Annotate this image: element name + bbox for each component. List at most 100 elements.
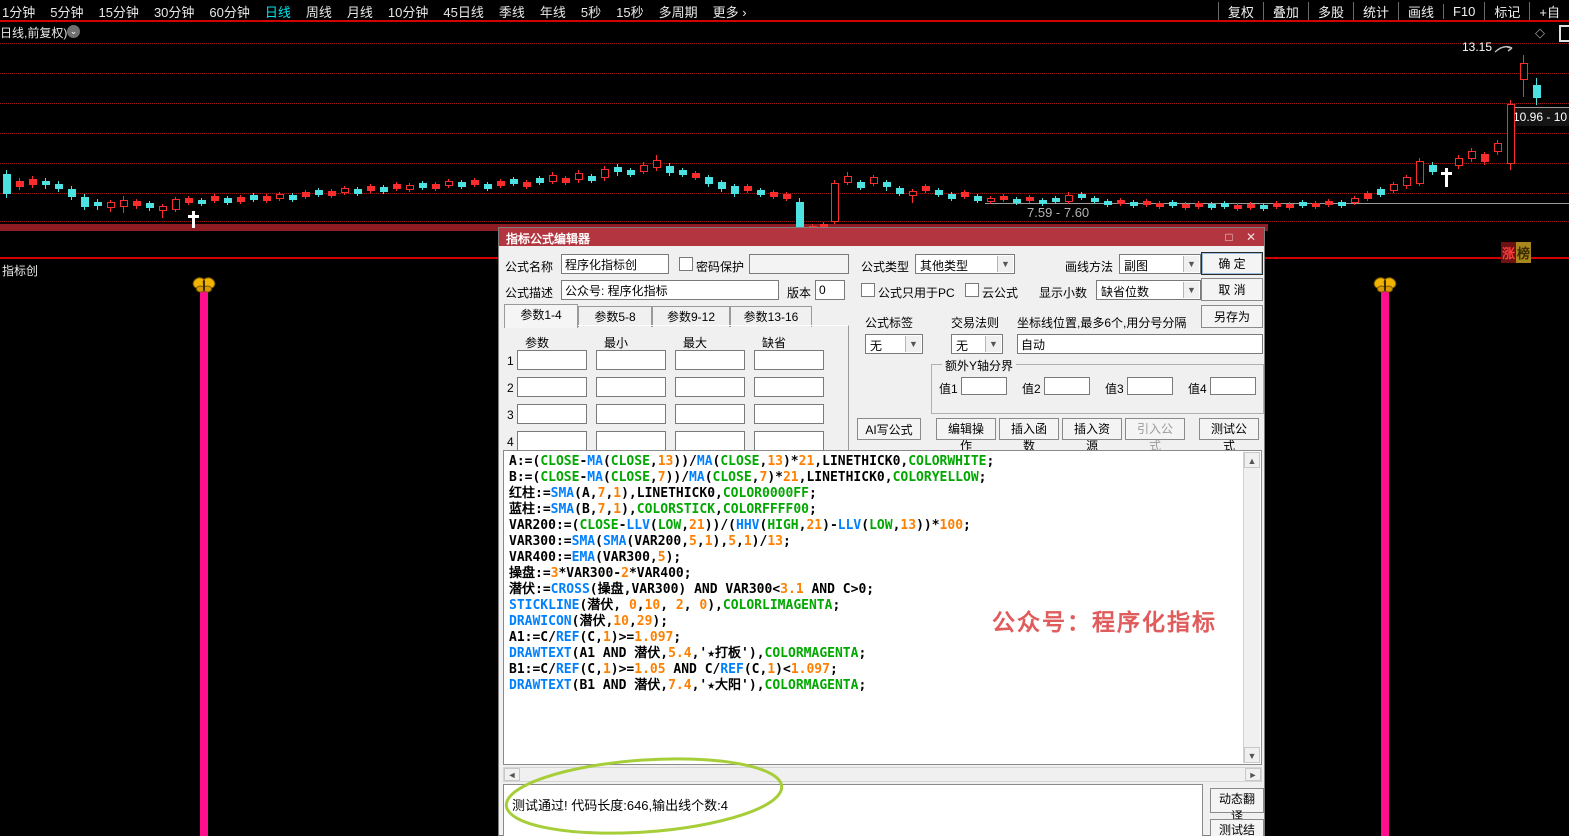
param-input[interactable] xyxy=(596,404,666,424)
param-input[interactable] xyxy=(754,404,824,424)
param-input[interactable] xyxy=(517,431,587,451)
param-input[interactable] xyxy=(517,350,587,370)
period-menu-item[interactable]: 周线 xyxy=(306,2,332,21)
param-row-number: 2 xyxy=(507,381,514,395)
cancel-button[interactable]: 取 消 xyxy=(1201,278,1263,301)
axis-pos-input[interactable] xyxy=(1017,334,1263,354)
period-menu-item[interactable]: 60分钟 xyxy=(209,2,249,21)
password-protect-checkbox[interactable] xyxy=(679,257,693,271)
toolbar-button[interactable]: AI写公式 xyxy=(857,418,921,440)
formula-type-select[interactable]: 其他类型 ▼ xyxy=(915,254,1015,274)
tool-menu-item[interactable]: 统计 xyxy=(1353,2,1398,21)
close-icon[interactable]: ✕ xyxy=(1242,229,1260,245)
param-col-header: 最小 xyxy=(604,334,628,351)
period-menu-item[interactable]: 1分钟 xyxy=(2,2,35,21)
param-input[interactable] xyxy=(675,350,745,370)
param-tab[interactable]: 参数9-12 xyxy=(652,306,730,327)
yaxis-value-input[interactable] xyxy=(1044,377,1090,395)
period-menu-bar: 1分钟 5分钟 15分钟 30分钟 60分钟日线周线月线 10分钟 45日线季线年线 5秒 15… xyxy=(0,0,1569,20)
decimal-select[interactable]: 缺省位数 ▼ xyxy=(1096,280,1201,300)
limit-up-badge[interactable]: 涨 榜 xyxy=(1501,242,1531,263)
period-menu-item[interactable]: 15分钟 xyxy=(98,2,138,21)
param-input[interactable] xyxy=(596,350,666,370)
period-menu-item[interactable]: 日线 xyxy=(265,2,291,21)
scroll-down-icon[interactable]: ▼ xyxy=(1244,747,1260,763)
tool-menu-item[interactable]: 叠加 xyxy=(1263,2,1308,21)
period-menu-item[interactable]: 年线 xyxy=(540,2,566,21)
butterfly-icon xyxy=(1373,276,1397,294)
save-as-button[interactable]: 另存为 xyxy=(1201,305,1263,328)
tool-menu-item[interactable]: F10 xyxy=(1443,4,1484,19)
param-input[interactable] xyxy=(596,377,666,397)
scroll-right-icon[interactable]: ► xyxy=(1245,768,1261,781)
dialog-titlebar[interactable]: 指标公式编辑器 □ ✕ xyxy=(499,228,1264,246)
version-input[interactable] xyxy=(815,280,845,300)
test-result-button[interactable]: 测试结果 xyxy=(1210,819,1264,836)
yaxis-value-input[interactable] xyxy=(961,377,1007,395)
version-label: 版本 xyxy=(787,284,811,301)
yaxis-value-input[interactable] xyxy=(1127,377,1173,395)
toolbar-button[interactable]: 编辑操作 xyxy=(936,418,996,440)
formula-code-editor[interactable]: A:=(CLOSE-MA(CLOSE,13))/MA(CLOSE,13)*21,… xyxy=(503,450,1262,765)
period-menu-item[interactable]: 月线 xyxy=(347,2,373,21)
param-tab[interactable]: 参数1-4 xyxy=(504,304,578,328)
period-menu-item[interactable]: 10分钟 xyxy=(388,2,428,21)
formula-tag-select[interactable]: 无 ▼ xyxy=(865,334,923,354)
period-menu-item[interactable]: 15秒 xyxy=(616,2,643,21)
indicator-panel-label[interactable]: 指标创 xyxy=(2,262,38,279)
tool-menu-item[interactable]: +自 xyxy=(1529,2,1569,21)
maximize-icon[interactable]: □ xyxy=(1220,229,1238,245)
toolbar-button[interactable]: 插入函数 xyxy=(999,418,1059,440)
period-menu-item[interactable]: 多周期 xyxy=(659,2,698,21)
code-line: VAR300:=SMA(SMA(VAR200,5,1),5,1)/13; xyxy=(509,534,994,550)
horizontal-scrollbar[interactable]: ◄ ► xyxy=(503,767,1262,782)
period-menu-item[interactable]: 30分钟 xyxy=(154,2,194,21)
param-input[interactable] xyxy=(675,431,745,451)
chevron-down-icon[interactable]: ▼ xyxy=(905,336,921,352)
scroll-up-icon[interactable]: ▲ xyxy=(1244,452,1260,468)
param-input[interactable] xyxy=(675,377,745,397)
period-menu-item[interactable]: 5分钟 xyxy=(50,2,83,21)
chevron-down-icon[interactable]: ▼ xyxy=(1183,282,1199,298)
period-menu-item[interactable]: 45日线 xyxy=(443,2,483,21)
toolbar-button[interactable]: 测试公式 xyxy=(1199,418,1259,440)
gridline xyxy=(0,103,1569,104)
chevron-down-icon[interactable]: ▼ xyxy=(985,336,1001,352)
pc-only-checkbox[interactable] xyxy=(861,283,875,297)
yaxis-value-input[interactable] xyxy=(1210,377,1256,395)
tool-menu-item[interactable]: 标记 xyxy=(1484,2,1529,21)
chevron-down-icon[interactable]: ▼ xyxy=(997,256,1013,272)
param-input[interactable] xyxy=(754,350,824,370)
param-input[interactable] xyxy=(517,404,587,424)
period-menu-item[interactable]: 季线 xyxy=(499,2,525,21)
formula-desc-input[interactable] xyxy=(561,280,779,300)
param-tab[interactable]: 参数13-16 xyxy=(730,306,812,327)
formula-name-input[interactable] xyxy=(561,254,669,274)
period-menu-item[interactable]: 更多 › xyxy=(713,2,747,21)
ok-button[interactable]: 确 定 xyxy=(1201,252,1263,275)
param-tab[interactable]: 参数5-8 xyxy=(578,306,652,327)
param-col-header: 最大 xyxy=(683,334,707,351)
vertical-scrollbar[interactable]: ▲ ▼ xyxy=(1243,452,1260,763)
period-menu-item[interactable]: 5秒 xyxy=(581,2,601,21)
trade-rule-select[interactable]: 无 ▼ xyxy=(951,334,1003,354)
param-input[interactable] xyxy=(517,377,587,397)
param-input[interactable] xyxy=(596,431,666,451)
param-input[interactable] xyxy=(754,377,824,397)
tool-menu-item[interactable]: 多股 xyxy=(1308,2,1353,21)
code-line: STICKLINE(潜伏, 0,10, 2, 0),COLORLIMAGENTA… xyxy=(509,598,994,614)
gridline xyxy=(0,221,1569,222)
toolbar-button[interactable]: 插入资源 xyxy=(1062,418,1122,440)
chevron-down-icon[interactable]: ⌄ xyxy=(67,25,80,38)
param-input[interactable] xyxy=(675,404,745,424)
param-input[interactable] xyxy=(754,431,824,451)
cloud-formula-checkbox[interactable] xyxy=(965,283,979,297)
draw-method-select[interactable]: 副图 ▼ xyxy=(1119,254,1201,274)
toolbar-button[interactable]: 引入公式 xyxy=(1125,418,1185,440)
diamond-icon[interactable]: ◇ xyxy=(1535,25,1545,41)
tool-menu-item[interactable]: 画线 xyxy=(1398,2,1443,21)
dynamic-translate-button[interactable]: 动态翻译 xyxy=(1210,788,1264,813)
chevron-down-icon[interactable]: ▼ xyxy=(1183,256,1199,272)
scroll-left-icon[interactable]: ◄ xyxy=(504,768,520,781)
tool-menu-item[interactable]: 复权 xyxy=(1218,2,1263,21)
